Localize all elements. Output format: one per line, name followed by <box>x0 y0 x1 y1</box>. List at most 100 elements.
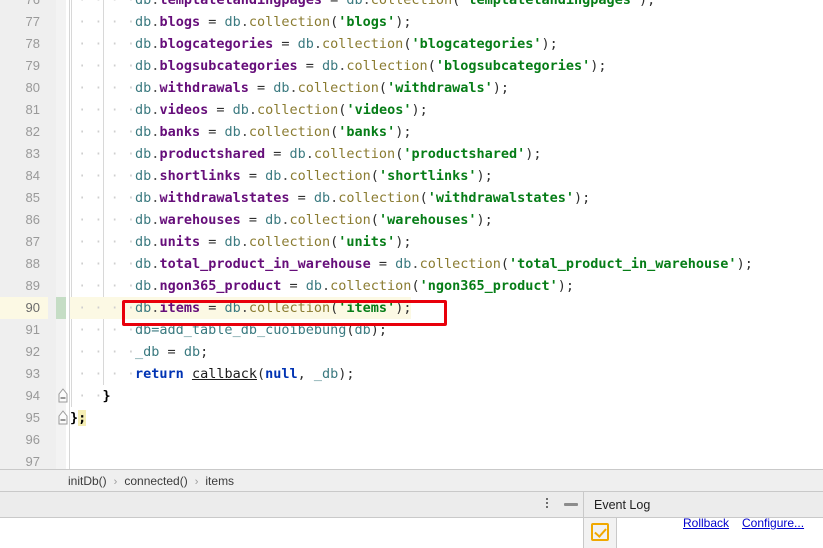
code-line[interactable]: 94 · ·} <box>0 385 823 407</box>
change-marker[interactable] <box>56 231 66 253</box>
code-text[interactable]: · · · ·db.warehouses = db.collection('wa… <box>70 209 493 231</box>
code-line[interactable]: 96 <box>0 429 823 451</box>
change-marker[interactable] <box>56 121 66 143</box>
code-token: ( <box>346 322 355 338</box>
code-line[interactable]: 85 · · · ·db.withdrawalstates = db.colle… <box>0 187 823 209</box>
code-token: ( <box>411 278 420 294</box>
code-text[interactable]: · · · ·db.blogs = db.collection('blogs')… <box>70 11 411 33</box>
code-line[interactable]: 79 · · · ·db.blogsubcategories = db.coll… <box>0 55 823 77</box>
change-marker[interactable] <box>56 0 66 11</box>
code-token: 'total_product_in_warehouse' <box>508 256 737 272</box>
code-token: withdrawals <box>159 80 249 96</box>
vertical-dots-icon[interactable] <box>541 496 553 514</box>
change-marker[interactable] <box>56 11 66 33</box>
code-token: warehouses <box>159 212 241 228</box>
code-token: ( <box>370 212 379 228</box>
change-marker[interactable] <box>56 55 66 77</box>
change-marker[interactable] <box>56 187 66 209</box>
code-line[interactable]: 78 · · · ·db.blogcategories = db.collect… <box>0 33 823 55</box>
change-marker[interactable] <box>56 319 66 341</box>
change-marker[interactable] <box>56 363 66 385</box>
fold-marker-icon[interactable] <box>56 407 70 429</box>
code-line[interactable]: 92 · · · ·_db = db; <box>0 341 823 363</box>
code-line[interactable]: 80 · · · ·db.withdrawals = db.collection… <box>0 77 823 99</box>
code-token: db <box>135 146 152 162</box>
code-text[interactable]: · · · ·db.withdrawalstates = db.collecti… <box>70 187 590 209</box>
code-line[interactable]: 88 · · · ·db.total_product_in_warehouse … <box>0 253 823 275</box>
code-token: db <box>313 190 331 206</box>
code-token: _db <box>313 366 339 382</box>
breadcrumb-item[interactable]: connected() <box>124 470 187 492</box>
checkbox-checked-icon[interactable] <box>591 523 609 541</box>
code-text[interactable]: · · · ·db.units = db.collection('units')… <box>70 231 411 253</box>
change-marker[interactable] <box>56 275 66 297</box>
code-line[interactable]: 91 · · · ·db=add_table_db_cuoibebung(db)… <box>0 319 823 341</box>
breadcrumb[interactable]: initDb() › connected() › items <box>68 470 234 492</box>
code-text[interactable]: · · · ·db.shortlinks = db.collection('sh… <box>70 165 493 187</box>
code-token: db <box>273 80 290 96</box>
whitespace-dots: · · · · <box>70 58 136 74</box>
code-text[interactable]: · · · ·db.blogsubcategories = db.collect… <box>70 55 606 77</box>
code-line[interactable]: 83 · · · ·db.productshared = db.collecti… <box>0 143 823 165</box>
code-text[interactable]: · · · ·db.ngon365_product = db.collectio… <box>70 275 574 297</box>
code-token: ); <box>411 102 428 118</box>
code-text[interactable]: }; <box>70 407 87 429</box>
change-marker[interactable] <box>56 33 66 55</box>
code-text[interactable]: · · · ·db.withdrawals = db.collection('w… <box>70 77 509 99</box>
code-line[interactable]: 93 · · · ·return callback(null, _db); <box>0 363 823 385</box>
code-line[interactable]: 84 · · · ·db.shortlinks = db.collection(… <box>0 165 823 187</box>
change-marker[interactable] <box>56 451 66 470</box>
change-marker[interactable] <box>56 99 66 121</box>
code-text[interactable]: · · · ·db.banks = db.collection('banks')… <box>70 121 411 143</box>
code-token: db <box>135 102 152 118</box>
code-line[interactable]: 90 · · · ·db.items = db.collection('item… <box>0 297 823 319</box>
code-text[interactable]: · · · ·return callback(null, _db); <box>70 363 354 385</box>
fold-marker-icon[interactable] <box>56 385 70 407</box>
code-line[interactable]: 77 · · · ·db.blogs = db.collection('blog… <box>0 11 823 33</box>
code-line[interactable]: 82 · · · ·db.banks = db.collection('bank… <box>0 121 823 143</box>
code-token: db <box>224 14 241 30</box>
code-text[interactable]: · · · ·db.total_product_in_warehouse = d… <box>70 253 753 275</box>
change-marker[interactable] <box>56 209 66 231</box>
code-editor[interactable]: 76 · · · ·db.templatelandingpages = db.c… <box>0 0 823 470</box>
code-token: db <box>346 0 363 8</box>
code-text[interactable]: · · · ·db.templatelandingpages = db.coll… <box>70 0 655 11</box>
code-token: withdrawalstates <box>159 190 290 206</box>
code-line[interactable]: 95}; <box>0 407 823 429</box>
code-line[interactable]: 86 · · · ·db.warehouses = db.collection(… <box>0 209 823 231</box>
code-line[interactable]: 81 · · · ·db.videos = db.collection('vid… <box>0 99 823 121</box>
code-token: . <box>240 300 249 316</box>
breadcrumb-item[interactable]: items <box>205 470 234 492</box>
code-token: collection <box>370 0 453 8</box>
change-marker[interactable] <box>56 429 66 451</box>
code-text[interactable]: · · · ·db.videos = db.collection('videos… <box>70 99 428 121</box>
code-text[interactable]: · · · ·db.blogcategories = db.collection… <box>70 33 558 55</box>
code-text[interactable]: · · · ·db.productshared = db.collection(… <box>70 143 541 165</box>
code-line[interactable]: 97 <box>0 451 823 470</box>
code-line[interactable]: 87 · · · ·db.units = db.collection('unit… <box>0 231 823 253</box>
code-token: 'shortlinks' <box>378 168 477 184</box>
code-token: ngon365_product <box>159 278 282 294</box>
code-line[interactable]: 89 · · · ·db.ngon365_product = db.collec… <box>0 275 823 297</box>
code-text[interactable]: · · · ·db.items = db.collection('items')… <box>70 297 412 319</box>
code-line[interactable]: 76 · · · ·db.templatelandingpages = db.c… <box>0 0 823 11</box>
configure-link[interactable]: Configure... <box>742 516 804 530</box>
change-marker[interactable] <box>56 143 66 165</box>
change-marker[interactable] <box>56 253 66 275</box>
code-token: ; <box>78 410 87 426</box>
minimize-icon[interactable] <box>564 503 578 507</box>
change-marker[interactable] <box>56 297 66 319</box>
code-token: . <box>362 0 371 8</box>
whitespace-dots: · · · · <box>70 124 136 140</box>
rollback-link[interactable]: Rollback <box>683 516 729 530</box>
change-marker[interactable] <box>56 341 66 363</box>
code-text[interactable]: · ·} <box>70 385 111 407</box>
change-marker[interactable] <box>56 165 66 187</box>
code-text[interactable]: · · · ·db=add_table_db_cuoibebung(db); <box>70 319 387 341</box>
line-number: 93 <box>0 363 48 385</box>
change-marker[interactable] <box>56 77 66 99</box>
breadcrumb-item[interactable]: initDb() <box>68 470 107 492</box>
code-text[interactable]: · · · ·_db = db; <box>70 341 208 363</box>
code-token: db <box>135 278 152 294</box>
